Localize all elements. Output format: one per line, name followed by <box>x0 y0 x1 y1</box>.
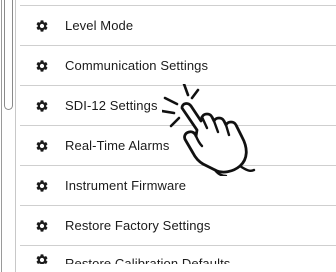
menu-item-level-mode[interactable]: Level Mode <box>20 6 336 46</box>
tap-hand-icon <box>162 84 256 176</box>
menu-item-restore-factory-settings[interactable]: Restore Factory Settings <box>20 206 336 246</box>
menu-item-label: Restore Factory Settings <box>65 218 211 233</box>
gear-icon <box>35 139 49 153</box>
gear-icon <box>35 219 49 233</box>
menu-item-label: SDI-12 Settings <box>65 98 158 113</box>
menu-item-restore-calibration-defaults[interactable]: Restore Calibration Defaults <box>20 246 336 264</box>
menu-item-label: Instrument Firmware <box>65 178 187 193</box>
gear-icon <box>35 19 49 33</box>
gear-icon <box>35 179 49 193</box>
window-edge-inner <box>15 0 16 272</box>
menu-item-label: Real-Time Alarms <box>65 138 170 153</box>
menu-item-communication-settings[interactable]: Communication Settings <box>20 46 336 86</box>
scroll-handle[interactable] <box>4 0 13 110</box>
menu-item-label: Level Mode <box>65 18 134 33</box>
gear-icon <box>35 99 49 113</box>
settings-screen: Level Mode Communication Settings SDI-12… <box>0 0 336 272</box>
window-edge <box>1 0 2 272</box>
gear-icon <box>35 59 49 73</box>
gear-icon <box>35 253 49 264</box>
menu-item-label: Communication Settings <box>65 58 209 73</box>
menu-item-label: Restore Calibration Defaults <box>65 256 231 264</box>
